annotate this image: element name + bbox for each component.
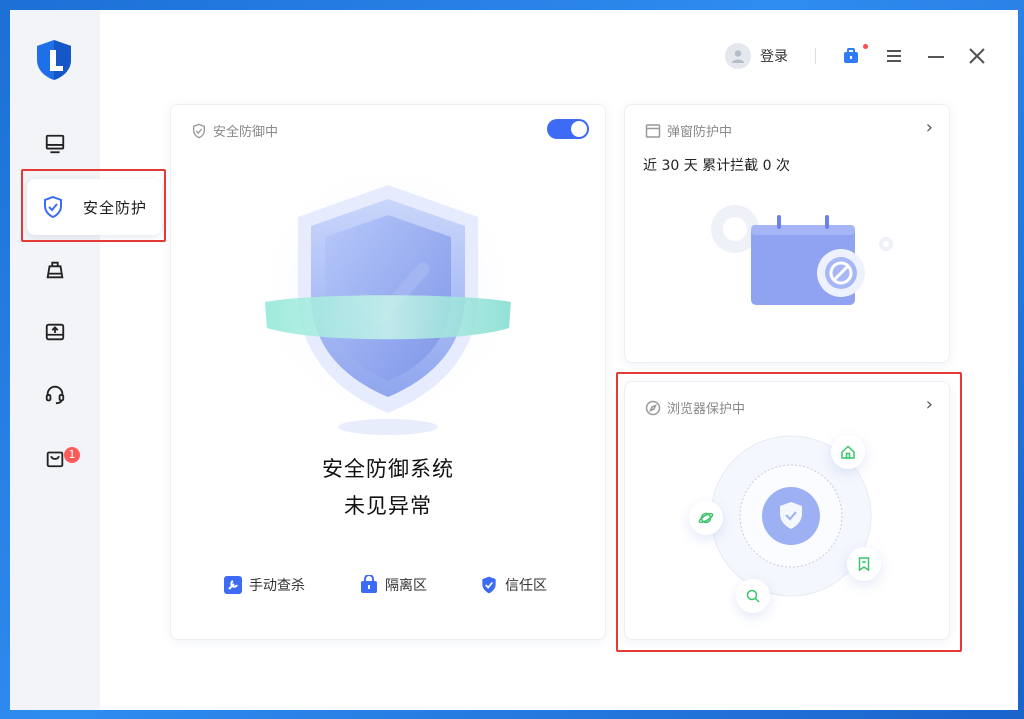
quarantine-button[interactable]: 隔离区 xyxy=(359,575,427,595)
bag-icon xyxy=(46,451,64,468)
sidebar-item-cleaning[interactable] xyxy=(10,250,100,290)
minimize-button[interactable] xyxy=(926,46,946,66)
window-icon xyxy=(645,123,661,138)
sidebar-item-security[interactable]: 安全防护 xyxy=(27,179,161,235)
sidebar-item-tools[interactable] xyxy=(10,312,100,352)
notification-badge: 1 xyxy=(64,447,80,463)
sidebar: 安全防护 1 xyxy=(10,10,161,710)
popup-block-illustration xyxy=(705,199,895,319)
browser-card-title: 浏览器保护中 xyxy=(667,402,746,417)
menu-icon xyxy=(887,50,901,62)
avatar-icon xyxy=(725,43,751,69)
minimize-icon xyxy=(928,56,944,58)
trust-zone-button[interactable]: 信任区 xyxy=(479,575,547,595)
toolbox-icon xyxy=(844,48,858,63)
close-icon xyxy=(969,48,985,64)
shield-check-icon xyxy=(193,123,205,138)
orbit-search xyxy=(736,579,770,613)
defense-toggle[interactable] xyxy=(547,119,589,139)
search-icon xyxy=(746,589,760,603)
toggle-knob xyxy=(571,121,587,137)
login-area[interactable]: 登录 xyxy=(725,38,788,74)
browser-card-header: 浏览器保护中 xyxy=(645,398,745,417)
popup-card-header: 弹窗防护中 xyxy=(645,121,732,140)
quarantine-label: 隔离区 xyxy=(385,578,427,594)
popup-card[interactable]: 弹窗防护中 › 近 30 天 累计拦截 0 次 xyxy=(624,104,950,363)
orbit-home xyxy=(831,435,865,469)
sidebar-item-label: 安全防护 xyxy=(83,198,148,217)
orbit-bookmark xyxy=(847,547,881,581)
tray-upload-icon xyxy=(45,323,65,341)
bookmark-icon xyxy=(858,557,870,572)
status-line-1: 安全防御系统 xyxy=(322,457,454,481)
manual-scan-button[interactable]: 手动查杀 xyxy=(223,575,305,595)
monitor-icon xyxy=(45,134,65,154)
topbar-divider xyxy=(815,48,816,64)
defense-card-title: 安全防御中 xyxy=(213,125,279,140)
toolbox-button[interactable] xyxy=(842,44,868,66)
browser-card[interactable]: 浏览器保护中 › xyxy=(624,381,950,640)
app-window: 安全防护 1 登录 安全防御中 安全防御系统 未见异常 手动查杀 隔离区 信任区… xyxy=(10,10,1018,710)
popup-card-title: 弹窗防护中 xyxy=(667,125,733,140)
orbit-browser xyxy=(689,501,723,535)
compass-icon xyxy=(645,400,661,415)
popup-stat-text: 近 30 天 累计拦截 0 次 xyxy=(643,158,790,174)
manual-scan-label: 手动查杀 xyxy=(249,578,305,594)
wrench-icon xyxy=(223,575,243,595)
menu-button[interactable] xyxy=(884,46,904,66)
lock-box-icon xyxy=(359,575,379,595)
login-link[interactable]: 登录 xyxy=(760,46,788,66)
shield-check-icon xyxy=(41,195,65,219)
chevron-right-icon[interactable]: › xyxy=(926,394,933,415)
trust-zone-label: 信任区 xyxy=(505,578,547,594)
shield-check-icon xyxy=(479,575,499,595)
chevron-right-icon[interactable]: › xyxy=(926,117,933,138)
app-logo xyxy=(34,38,74,82)
cleaning-icon xyxy=(46,261,64,279)
close-button[interactable] xyxy=(967,46,987,66)
shield-illustration xyxy=(253,165,523,455)
sidebar-item-store[interactable] xyxy=(10,438,100,478)
sidebar-item-support[interactable] xyxy=(10,374,100,414)
home-icon xyxy=(841,445,855,459)
defense-card-header: 安全防御中 xyxy=(191,121,278,140)
defense-card: 安全防御中 安全防御系统 未见异常 手动查杀 隔离区 信任区 xyxy=(170,104,606,640)
headset-icon xyxy=(45,385,65,405)
sidebar-item-computer[interactable] xyxy=(10,124,100,164)
planet-icon xyxy=(698,512,714,524)
red-dot xyxy=(863,44,868,49)
status-line-2: 未见异常 xyxy=(344,494,432,518)
